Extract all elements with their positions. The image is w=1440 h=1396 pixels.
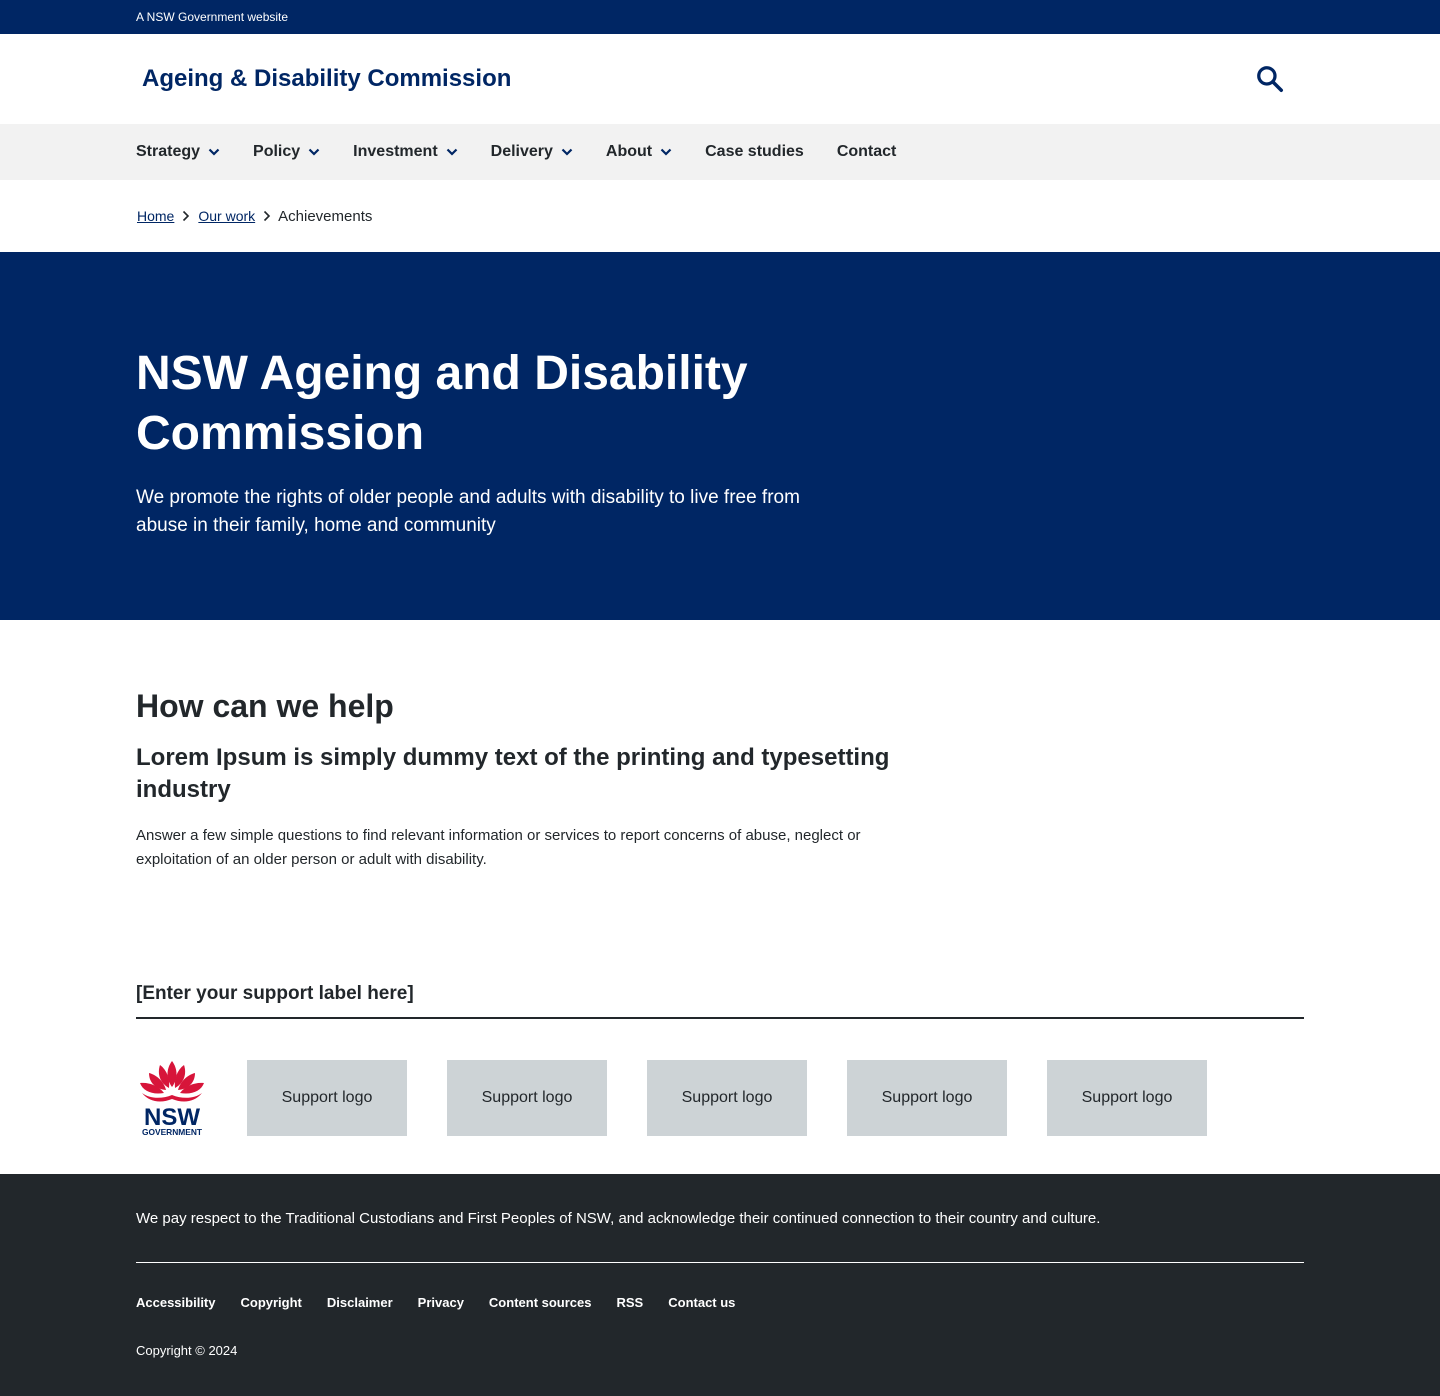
nav-item-label: Investment bbox=[353, 143, 438, 160]
main-navigation: Strategy Policy Investment Delivery About Cas… bbox=[0, 124, 1440, 180]
nav-item-policy[interactable]: Policy bbox=[253, 143, 320, 161]
footer-link-rss[interactable]: RSS bbox=[617, 1295, 644, 1310]
masthead-text: A NSW Government website bbox=[136, 10, 289, 24]
support-logo-placeholder: Support logo bbox=[447, 1060, 607, 1136]
chevron-down-icon bbox=[308, 148, 320, 156]
nav-item-label: Strategy bbox=[136, 143, 201, 160]
footer-links: Accessibility Copyright Disclaimer Privacy C… bbox=[136, 1295, 1304, 1310]
footer-link-content-sources[interactable]: Content sources bbox=[489, 1295, 592, 1310]
chevron-down-icon bbox=[561, 148, 573, 156]
support-label: [Enter your support label here] bbox=[136, 974, 1304, 1019]
nav-item-label: About bbox=[605, 143, 653, 160]
footer-link-accessibility[interactable]: Accessibility bbox=[136, 1295, 216, 1310]
breadcrumb-home-link[interactable]: Home bbox=[137, 208, 174, 224]
chevron-right-icon bbox=[182, 210, 190, 222]
nav-item-label: Policy bbox=[253, 143, 301, 160]
hero-banner: NSW Ageing and Disability Commission We … bbox=[0, 252, 1440, 620]
masthead: A NSW Government website bbox=[0, 0, 1440, 34]
copyright-text: Copyright © 2024 bbox=[136, 1343, 238, 1358]
footer-link-privacy[interactable]: Privacy bbox=[418, 1295, 464, 1310]
support-logo-placeholder: Support logo bbox=[847, 1060, 1007, 1136]
breadcrumb-our-work-link[interactable]: Our work bbox=[198, 208, 255, 224]
nsw-government-logo[interactable]: NSW GOVERNMENT bbox=[136, 1059, 208, 1137]
breadcrumb: Home Our work Achievements bbox=[0, 180, 1440, 252]
help-section: How can we help Lorem Ipsum is simply du… bbox=[0, 620, 1440, 974]
site-header: Ageing & Disability Commission bbox=[0, 34, 1440, 124]
acknowledgement-of-country: We pay respect to the Traditional Custod… bbox=[136, 1208, 1304, 1263]
footer-link-contact-us[interactable]: Contact us bbox=[668, 1295, 735, 1310]
chevron-down-icon bbox=[446, 148, 458, 156]
nav-item-label: Contact bbox=[836, 143, 897, 160]
nav-item-case-studies[interactable]: Case studies bbox=[705, 143, 804, 161]
support-logos: NSW GOVERNMENT Support logo Support logo S… bbox=[136, 1059, 1304, 1137]
footer-link-disclaimer[interactable]: Disclaimer bbox=[327, 1295, 393, 1310]
help-subheading: Lorem Ipsum is simply dummy text of the … bbox=[136, 744, 890, 803]
hero-intro: We promote the rights of older people an… bbox=[136, 487, 800, 536]
support-logo-placeholder: Support logo bbox=[247, 1060, 407, 1136]
chevron-down-icon bbox=[208, 148, 220, 156]
search-icon bbox=[1257, 66, 1283, 92]
footer-link-copyright[interactable]: Copyright bbox=[241, 1295, 302, 1310]
breadcrumb-current: Achievements bbox=[278, 207, 373, 225]
help-heading: How can we help bbox=[136, 688, 394, 724]
nav-item-label: Case studies bbox=[705, 143, 804, 160]
nav-item-label: Delivery bbox=[490, 143, 553, 160]
chevron-down-icon bbox=[660, 148, 672, 156]
chevron-right-icon bbox=[263, 210, 271, 222]
nav-item-investment[interactable]: Investment bbox=[353, 143, 457, 161]
help-body: Answer a few simple questions to find re… bbox=[136, 827, 861, 868]
page-title: NSW Ageing and Disability Commission bbox=[136, 347, 748, 460]
site-title-link[interactable]: Ageing & Disability Commission bbox=[142, 65, 511, 93]
site-footer: We pay respect to the Traditional Custod… bbox=[0, 1174, 1440, 1396]
support-section: [Enter your support label here] NSW GOVE… bbox=[0, 974, 1440, 1174]
nav-item-about[interactable]: About bbox=[606, 143, 672, 161]
support-logo-placeholder: Support logo bbox=[647, 1060, 807, 1136]
svg-text:GOVERNMENT: GOVERNMENT bbox=[142, 1127, 203, 1137]
nav-item-strategy[interactable]: Strategy bbox=[136, 143, 220, 161]
nav-item-delivery[interactable]: Delivery bbox=[491, 143, 573, 161]
search-button[interactable] bbox=[1254, 63, 1286, 95]
nav-item-contact[interactable]: Contact bbox=[837, 143, 897, 161]
support-logo-placeholder: Support logo bbox=[1047, 1060, 1207, 1136]
